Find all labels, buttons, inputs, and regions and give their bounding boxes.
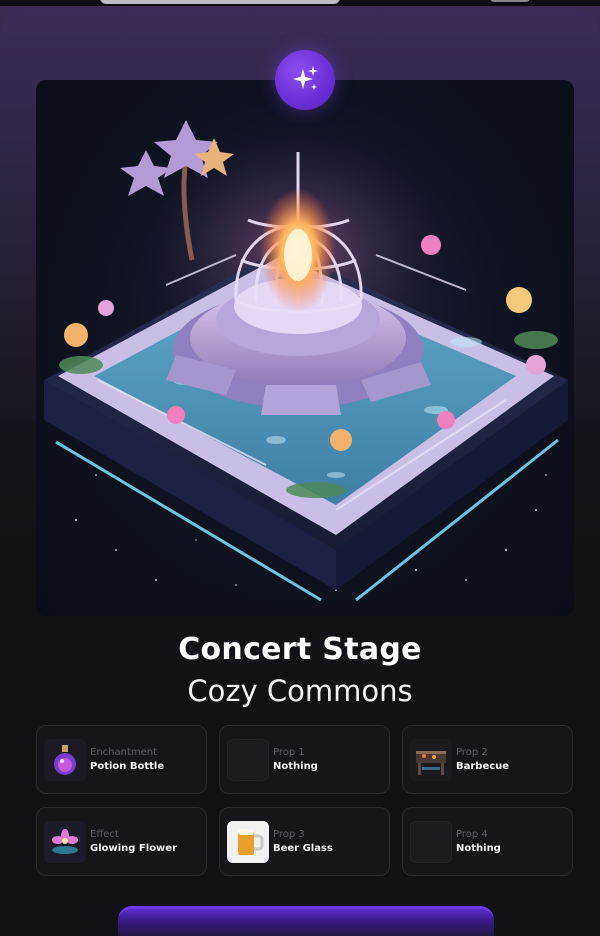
glowing-flower-icon bbox=[44, 820, 86, 863]
primary-action-button[interactable] bbox=[118, 906, 494, 936]
slot-prop-3[interactable]: Prop 3 Beer Glass bbox=[219, 807, 390, 876]
item-collection: Cozy Commons bbox=[187, 674, 413, 708]
empty-slot-icon bbox=[227, 738, 269, 781]
slot-value: Beer Glass bbox=[273, 842, 333, 854]
slot-category: Prop 3 bbox=[273, 829, 305, 840]
attribute-slots: Enchantment Potion Bottle Prop 1 Nothing bbox=[36, 725, 574, 876]
top-strip bbox=[0, 0, 600, 6]
slot-value: Potion Bottle bbox=[90, 760, 165, 772]
sparkles-badge bbox=[275, 50, 335, 110]
potion-bottle-icon bbox=[44, 738, 86, 781]
empty-slot-icon bbox=[410, 820, 452, 863]
slot-category: Prop 4 bbox=[456, 829, 488, 840]
slot-value: Barbecue bbox=[456, 760, 510, 772]
slot-category: Prop 2 bbox=[456, 747, 488, 758]
barbecue-icon bbox=[410, 738, 452, 781]
slot-category: Prop 1 bbox=[273, 747, 305, 758]
slot-value: Nothing bbox=[456, 842, 501, 854]
slot-effect[interactable]: Effect Glowing Flower bbox=[36, 807, 207, 876]
item-title: Concert Stage bbox=[178, 632, 422, 667]
slot-prop-2[interactable]: Prop 2 Barbecue bbox=[402, 725, 573, 794]
slot-category: Effect bbox=[90, 829, 119, 840]
sparkles-icon bbox=[293, 66, 318, 90]
slot-category: Enchantment bbox=[90, 747, 158, 758]
slot-enchantment[interactable]: Enchantment Potion Bottle bbox=[36, 725, 207, 794]
beer-glass-icon bbox=[227, 820, 269, 863]
item-preview-image bbox=[36, 80, 574, 616]
slot-value: Glowing Flower bbox=[90, 842, 178, 854]
slot-value: Nothing bbox=[273, 760, 318, 772]
slot-prop-1[interactable]: Prop 1 Nothing bbox=[219, 725, 390, 794]
slot-prop-4[interactable]: Prop 4 Nothing bbox=[402, 807, 573, 876]
